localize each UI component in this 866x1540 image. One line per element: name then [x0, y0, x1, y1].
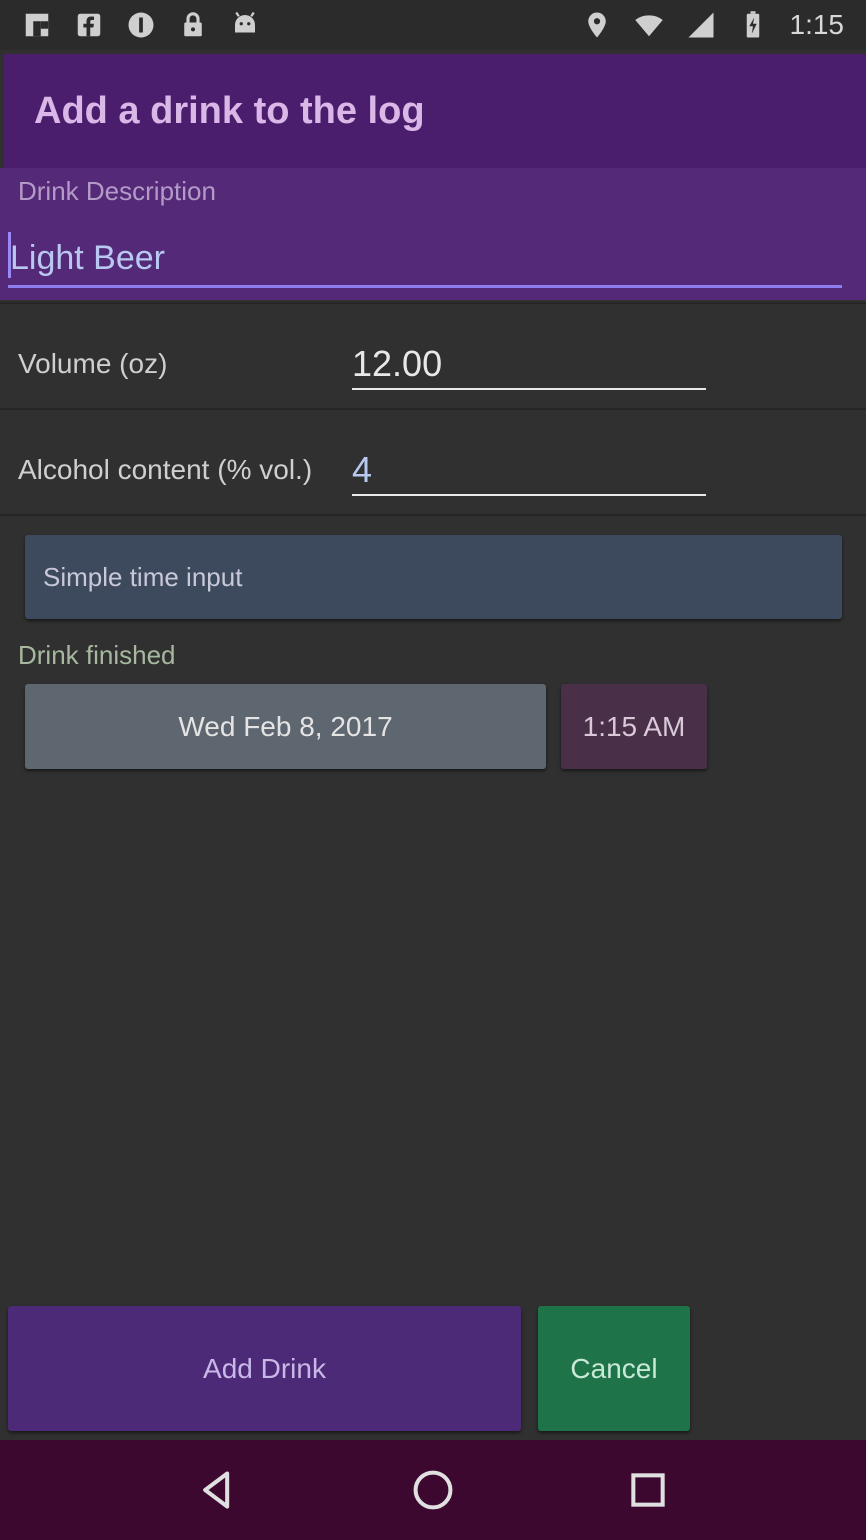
facebook-icon — [74, 10, 104, 40]
android-icon — [230, 10, 260, 40]
cancel-button[interactable]: Cancel — [538, 1306, 690, 1431]
drink-finished-label: Drink finished — [18, 640, 176, 670]
status-bar: 1:15 — [0, 0, 866, 50]
volume-input[interactable] — [352, 340, 706, 390]
flipboard-icon — [22, 10, 52, 40]
home-icon[interactable] — [403, 1460, 463, 1520]
status-bar-notifications — [22, 10, 260, 40]
recents-icon[interactable] — [618, 1460, 678, 1520]
status-bar-system: 1:15 — [582, 9, 845, 41]
date-picker-button[interactable]: Wed Feb 8, 2017 — [25, 684, 546, 769]
description-label: Drink Description — [18, 176, 216, 206]
simple-time-input-button[interactable]: Simple time input — [25, 535, 842, 619]
divider — [0, 408, 866, 410]
location-pin-icon — [582, 10, 612, 40]
divider — [0, 302, 866, 304]
info-circle-icon — [126, 10, 156, 40]
alcohol-content-input[interactable] — [352, 446, 706, 496]
wifi-icon — [634, 10, 664, 40]
add-drink-button[interactable]: Add Drink — [8, 1306, 521, 1431]
volume-label: Volume (oz) — [18, 348, 168, 379]
text-cursor — [8, 232, 11, 278]
lock-icon — [178, 10, 208, 40]
description-input[interactable] — [8, 232, 842, 288]
signal-icon — [686, 10, 716, 40]
battery-charging-icon — [738, 10, 768, 40]
back-icon[interactable] — [188, 1460, 248, 1520]
time-picker-button[interactable]: 1:15 AM — [561, 684, 707, 769]
dialog-title: Add a drink to the log — [34, 90, 425, 132]
divider — [0, 514, 866, 516]
alcohol-content-label: Alcohol content (% vol.) — [18, 454, 313, 485]
navigation-bar — [0, 1440, 866, 1540]
status-bar-time: 1:15 — [789, 9, 845, 40]
